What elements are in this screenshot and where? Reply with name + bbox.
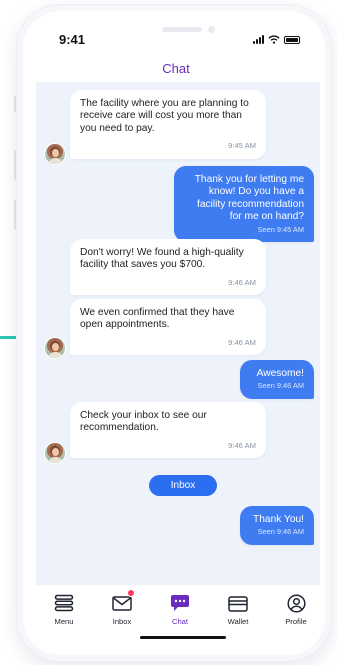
- tab-label: Wallet: [227, 617, 249, 626]
- home-indicator[interactable]: [140, 636, 226, 639]
- status-bar: 9:41: [28, 32, 324, 56]
- agent-avatar: [44, 442, 66, 464]
- tab-label: Menu: [54, 617, 74, 626]
- inbox-button[interactable]: Inbox: [149, 475, 217, 496]
- tab-label: Chat: [171, 617, 189, 626]
- chat-thread[interactable]: The facility where you are planning to r…: [36, 82, 320, 585]
- profile-icon: [285, 592, 307, 614]
- wifi-icon: [268, 35, 280, 44]
- status-time: 9:41: [59, 32, 86, 47]
- page-title: Chat: [162, 61, 190, 76]
- tab-wallet[interactable]: Wallet: [212, 592, 264, 632]
- signal-icon: [253, 35, 264, 44]
- tab-chat[interactable]: Chat: [154, 592, 206, 632]
- phone-screen: 9:41 Chat The facility where you are pla…: [28, 16, 324, 652]
- wallet-icon: [227, 592, 249, 614]
- message-incoming: Check your inbox to see our recommendati…: [70, 402, 266, 459]
- bottom-tab-bar: Menu Inbox Chat Wallet Profile: [28, 589, 324, 634]
- mail-icon: [111, 589, 135, 614]
- battery-icon: [284, 35, 300, 44]
- message-incoming: The facility where you are planning to r…: [70, 90, 266, 159]
- tab-inbox[interactable]: Inbox: [96, 589, 148, 632]
- agent-avatar: [44, 143, 66, 165]
- tab-label: Inbox: [112, 617, 132, 626]
- message-incoming: We even confirmed that they have open ap…: [70, 299, 266, 356]
- tab-menu[interactable]: Menu: [38, 592, 90, 632]
- chat-icon: [169, 592, 191, 614]
- message-outgoing: Thank you for letting me know! Do you ha…: [174, 166, 314, 243]
- message-incoming: Don't worry! We found a high-quality fac…: [70, 239, 266, 296]
- agent-avatar: [44, 337, 66, 359]
- tab-label: Profile: [285, 617, 307, 626]
- menu-icon: [53, 592, 75, 614]
- tab-profile[interactable]: Profile: [270, 592, 322, 632]
- message-outgoing: Awesome! Seen 9:46 AM: [240, 360, 314, 399]
- message-outgoing: Thank You! Seen 9:46 AM: [240, 506, 314, 545]
- notification-badge: [127, 589, 135, 597]
